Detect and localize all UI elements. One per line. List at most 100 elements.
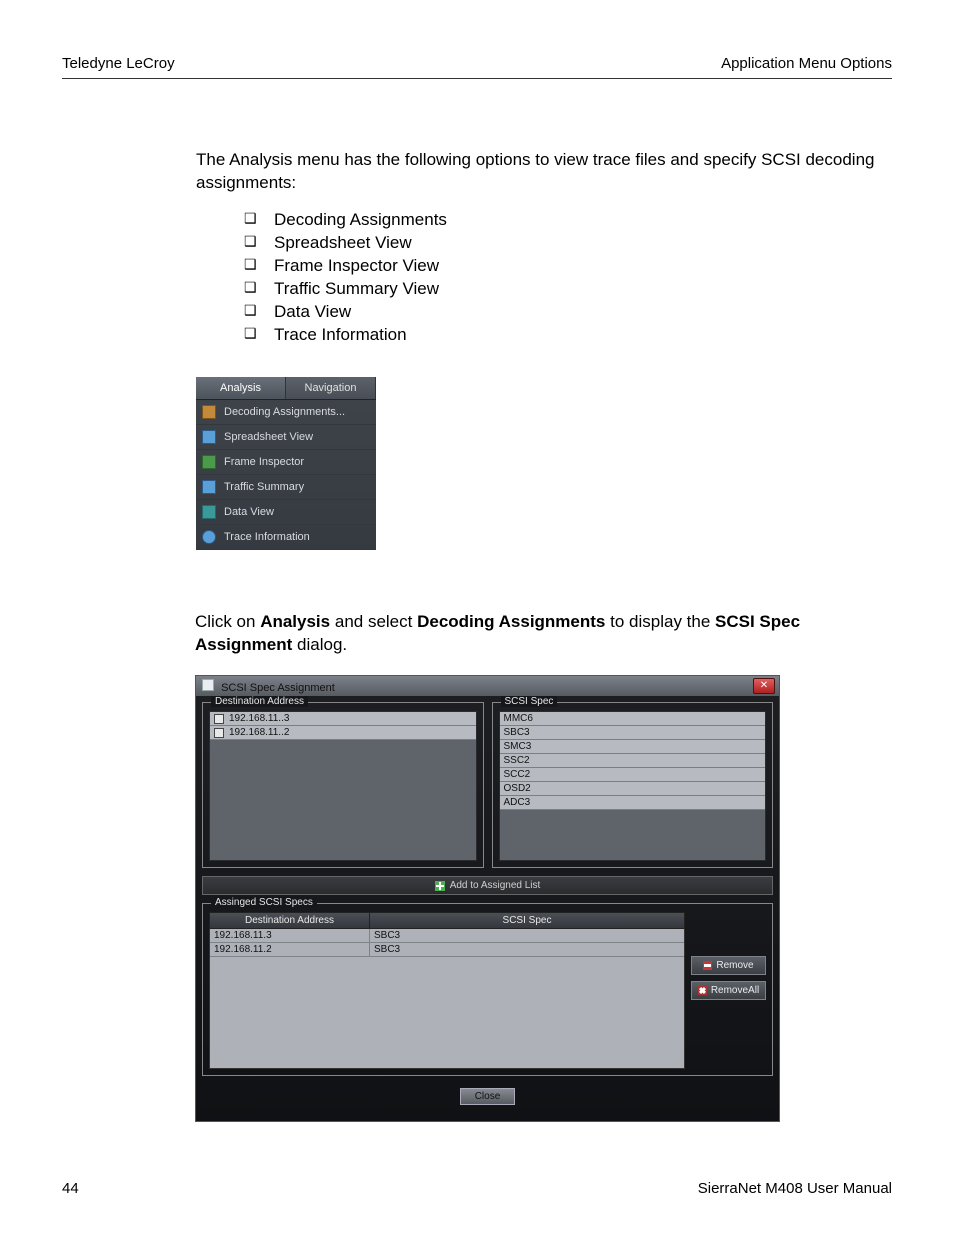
- menu-item-decoding[interactable]: Decoding Assignments...: [196, 400, 376, 425]
- frame-inspector-icon: [202, 455, 216, 469]
- remove-label: Remove: [716, 960, 753, 971]
- group-legend: SCSI Spec: [501, 696, 558, 707]
- manual-title: SierraNet M408 User Manual: [698, 1180, 892, 1197]
- minus-icon: [703, 961, 712, 970]
- spec-row[interactable]: OSD2: [500, 782, 766, 796]
- bold-decoding: Decoding Assignments: [417, 612, 605, 631]
- cell-spec: SBC3: [370, 943, 684, 956]
- text: and select: [335, 612, 417, 631]
- assigned-body: Destination Address SCSI Spec 192.168.11…: [209, 912, 766, 1069]
- menu-item-spreadsheet[interactable]: Spreadsheet View: [196, 425, 376, 450]
- list-item: Decoding Assignments: [244, 209, 882, 232]
- menu-item-label: Spreadsheet View: [224, 431, 313, 443]
- instruction-paragraph: Click on Analysis and select Decoding As…: [195, 610, 882, 658]
- dest-row[interactable]: 192.168.11..3: [210, 712, 476, 726]
- text: dialog.: [297, 635, 347, 654]
- spec-row[interactable]: ADC3: [500, 796, 766, 810]
- header-left: Teledyne LeCroy: [62, 55, 175, 72]
- menu-item-frame[interactable]: Frame Inspector: [196, 450, 376, 475]
- col-header-spec[interactable]: SCSI Spec: [370, 913, 684, 928]
- cell-spec: SBC3: [370, 929, 684, 942]
- menu-item-dataview[interactable]: Data View: [196, 500, 376, 525]
- dialog-close-button[interactable]: Close: [460, 1088, 516, 1105]
- window-icon: [202, 679, 214, 691]
- spec-row[interactable]: SSC2: [500, 754, 766, 768]
- assigned-specs-group: Assinged SCSI Specs Destination Address …: [202, 903, 773, 1076]
- spec-label: ADC3: [504, 797, 531, 808]
- list-item: Spreadsheet View: [244, 232, 882, 255]
- list-item: Traffic Summary View: [244, 278, 882, 301]
- dialog-screenshot: SCSI Spec Assignment ✕ Destination Addre…: [195, 675, 882, 1122]
- plus-icon: [435, 881, 445, 891]
- table-header: Destination Address SCSI Spec: [209, 912, 685, 929]
- page-footer: 44 SierraNet M408 User Manual: [62, 1180, 892, 1197]
- spec-listbox[interactable]: MMC6 SBC3 SMC3 SSC2 SCC2 OSD2 ADC3: [499, 711, 767, 861]
- group-legend: Assinged SCSI Specs: [211, 897, 317, 908]
- spec-label: MMC6: [504, 713, 533, 724]
- intro-paragraph: The Analysis menu has the following opti…: [196, 149, 882, 195]
- checkbox-icon[interactable]: [214, 728, 224, 738]
- spec-label: SBC3: [504, 727, 530, 738]
- bold-analysis: Analysis: [260, 612, 330, 631]
- spec-row[interactable]: MMC6: [500, 712, 766, 726]
- page-number: 44: [62, 1180, 79, 1197]
- remove-all-button[interactable]: RemoveAll: [691, 981, 766, 1000]
- menu-item-traceinfo[interactable]: Trace Information: [196, 525, 376, 550]
- options-list: Decoding Assignments Spreadsheet View Fr…: [196, 209, 882, 347]
- group-legend: Destination Address: [211, 696, 308, 707]
- analysis-menu-screenshot: Analysis Navigation Decoding Assignments…: [196, 377, 376, 550]
- header-right: Application Menu Options: [721, 55, 892, 72]
- cell-dest: 192.168.11.3: [210, 929, 370, 942]
- page: Teledyne LeCroy Application Menu Options…: [0, 0, 954, 1162]
- menu-item-label: Frame Inspector: [224, 456, 304, 468]
- menu-item-label: Decoding Assignments...: [224, 406, 345, 418]
- spec-label: SSC2: [504, 755, 530, 766]
- spec-row[interactable]: SCC2: [500, 768, 766, 782]
- spec-label: OSD2: [504, 783, 531, 794]
- add-to-assigned-button[interactable]: Add to Assigned List: [202, 876, 773, 895]
- tab-navigation[interactable]: Navigation: [286, 377, 376, 399]
- tab-analysis[interactable]: Analysis: [196, 377, 286, 399]
- top-row: Destination Address 192.168.11..3 192.16…: [202, 702, 773, 868]
- dest-row[interactable]: 192.168.11..2: [210, 726, 476, 740]
- remove-button[interactable]: Remove: [691, 956, 766, 975]
- table-row[interactable]: 192.168.11.2 SBC3: [210, 943, 684, 957]
- list-item: Frame Inspector View: [244, 255, 882, 278]
- trace-info-icon: [202, 530, 216, 544]
- table-body: 192.168.11.3 SBC3 192.168.11.2 SBC3: [209, 929, 685, 1069]
- list-item: Trace Information: [244, 324, 882, 347]
- destination-listbox[interactable]: 192.168.11..3 192.168.11..2: [209, 711, 477, 861]
- spec-label: SMC3: [504, 741, 532, 752]
- remove-all-label: RemoveAll: [711, 985, 759, 996]
- menu-item-label: Trace Information: [224, 531, 310, 543]
- destination-address-group: Destination Address 192.168.11..3 192.16…: [202, 702, 484, 868]
- side-buttons: Remove RemoveAll: [691, 912, 766, 1069]
- scsi-spec-dialog: SCSI Spec Assignment ✕ Destination Addre…: [195, 675, 780, 1122]
- dialog-title-left: SCSI Spec Assignment: [202, 679, 335, 694]
- spec-row[interactable]: SBC3: [500, 726, 766, 740]
- dialog-bottom: Close: [202, 1082, 773, 1115]
- traffic-summary-icon: [202, 480, 216, 494]
- menu-items: Decoding Assignments... Spreadsheet View…: [196, 400, 376, 550]
- checkbox-icon[interactable]: [214, 714, 224, 724]
- text: Click on: [195, 612, 260, 631]
- dialog-titlebar: SCSI Spec Assignment ✕: [196, 676, 779, 696]
- dest-label: 192.168.11..2: [229, 727, 289, 738]
- dest-label: 192.168.11..3: [229, 713, 289, 724]
- decoding-icon: [202, 405, 216, 419]
- body-content: The Analysis menu has the following opti…: [62, 149, 892, 1122]
- cell-dest: 192.168.11.2: [210, 943, 370, 956]
- menu-tabs: Analysis Navigation: [196, 377, 376, 400]
- text: to display the: [610, 612, 715, 631]
- menu-item-label: Data View: [224, 506, 274, 518]
- page-header: Teledyne LeCroy Application Menu Options: [62, 55, 892, 79]
- spreadsheet-icon: [202, 430, 216, 444]
- scsi-spec-group: SCSI Spec MMC6 SBC3 SMC3 SSC2 SCC2 OSD2 …: [492, 702, 774, 868]
- col-header-dest[interactable]: Destination Address: [210, 913, 370, 928]
- spec-row[interactable]: SMC3: [500, 740, 766, 754]
- menu-item-traffic[interactable]: Traffic Summary: [196, 475, 376, 500]
- table-row[interactable]: 192.168.11.3 SBC3: [210, 929, 684, 943]
- list-item: Data View: [244, 301, 882, 324]
- close-button[interactable]: ✕: [753, 678, 775, 694]
- remove-all-icon: [698, 986, 707, 995]
